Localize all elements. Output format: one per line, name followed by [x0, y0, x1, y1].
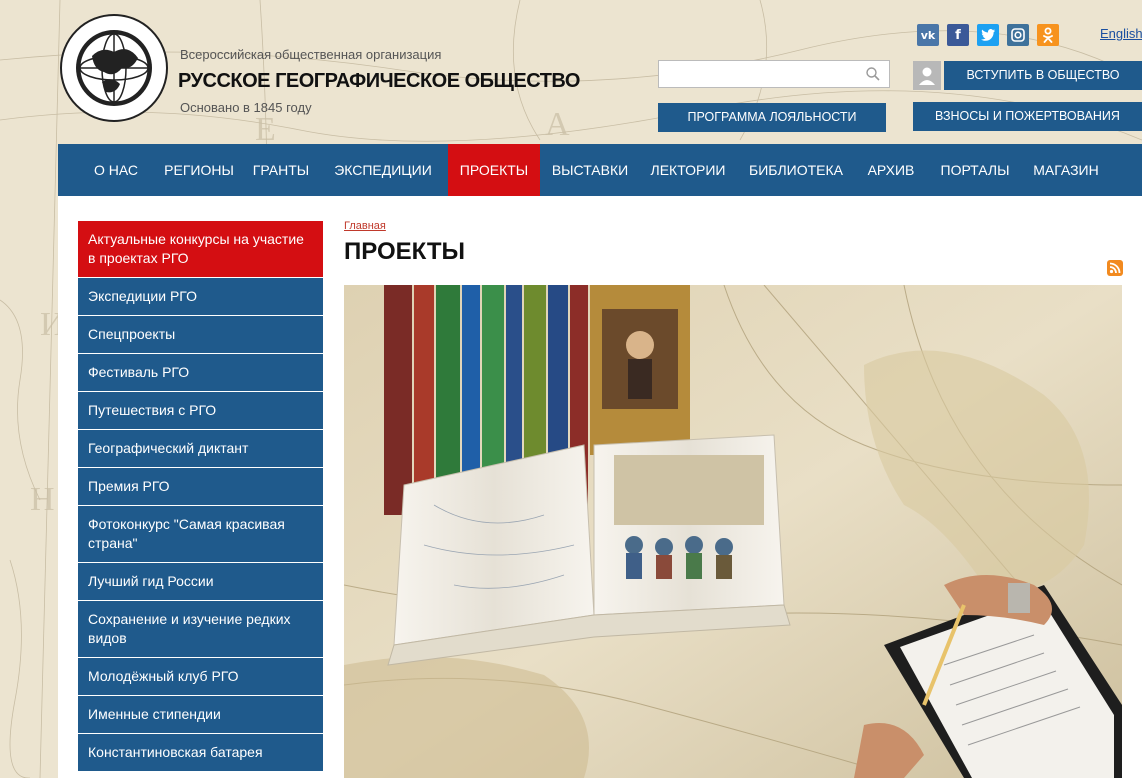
nav-item-portals[interactable]: ПОРТАЛЫ: [934, 144, 1016, 196]
search-input[interactable]: [658, 60, 890, 88]
join-society-button[interactable]: ВСТУПИТЬ В ОБЩЕСТВО: [944, 61, 1142, 90]
nav-item-grants[interactable]: ГРАНТЫ: [248, 144, 314, 196]
donations-button[interactable]: ВЗНОСЫ И ПОЖЕРТВОВАНИЯ: [913, 102, 1142, 131]
instagram-icon[interactable]: [1007, 24, 1029, 46]
nav-item-archive[interactable]: АРХИВ: [862, 144, 920, 196]
org-founded: Основано в 1845 году: [180, 100, 312, 115]
nav-item-lectures[interactable]: ЛЕКТОРИИ: [642, 144, 734, 196]
vk-icon[interactable]: vk: [917, 24, 939, 46]
nav-item-exhibitions[interactable]: ВЫСТАВКИ: [544, 144, 636, 196]
facebook-icon[interactable]: f: [947, 24, 969, 46]
odnoklassniki-icon[interactable]: [1037, 24, 1059, 46]
page-title: ПРОЕКТЫ: [344, 238, 466, 265]
org-title[interactable]: РУССКОЕ ГЕОГРАФИЧЕСКОЕ ОБЩЕСТВО: [178, 70, 580, 93]
svg-text:Н: Н: [30, 481, 55, 518]
sidebar-item-best-guide[interactable]: Лучший гид России: [78, 563, 323, 601]
projects-hero-image: [344, 285, 1122, 778]
twitter-icon[interactable]: [977, 24, 999, 46]
english-language-link[interactable]: English: [1100, 26, 1142, 41]
rss-icon[interactable]: [1107, 260, 1123, 276]
sidebar-item-rare-species[interactable]: Сохранение и изучение редких видов: [78, 601, 323, 658]
sidebar-item-festival[interactable]: Фестиваль РГО: [78, 354, 323, 392]
nav-item-regions[interactable]: РЕГИОНЫ: [158, 144, 240, 196]
sidebar-item-current-contests[interactable]: Актуальные конкурсы на участие в проекта…: [78, 221, 323, 278]
projects-sidebar: Актуальные конкурсы на участие в проекта…: [78, 221, 323, 772]
user-icon[interactable]: [913, 61, 941, 90]
svg-text:А: А: [545, 106, 570, 143]
sidebar-item-konstantin-battery[interactable]: Константиновская батарея: [78, 734, 323, 772]
breadcrumb-home[interactable]: Главная: [344, 220, 386, 232]
sidebar-item-special-projects[interactable]: Спецпроекты: [78, 316, 323, 354]
nav-item-about[interactable]: О НАС: [82, 144, 150, 196]
sidebar-item-geo-dictation[interactable]: Географический диктант: [78, 430, 323, 468]
nav-item-shop[interactable]: МАГАЗИН: [1024, 144, 1108, 196]
nav-item-library[interactable]: БИБЛИОТЕКА: [744, 144, 848, 196]
sidebar-item-photo-contest[interactable]: Фотоконкурс "Самая красивая страна": [78, 506, 323, 563]
sidebar-item-expeditions[interactable]: Экспедиции РГО: [78, 278, 323, 316]
rgo-emblem-logo[interactable]: [58, 12, 170, 124]
svg-text:Е: Е: [255, 111, 276, 148]
social-links: vk f: [917, 24, 1059, 46]
sidebar-item-travel[interactable]: Путешествия с РГО: [78, 392, 323, 430]
sidebar-item-award[interactable]: Премия РГО: [78, 468, 323, 506]
sidebar-item-scholarships[interactable]: Именные стипендии: [78, 696, 323, 734]
search-icon[interactable]: [865, 66, 881, 82]
nav-item-expeditions[interactable]: ЭКСПЕДИЦИИ: [328, 144, 438, 196]
org-subtitle: Всероссийская общественная организация: [180, 47, 442, 62]
nav-item-projects[interactable]: ПРОЕКТЫ: [448, 144, 540, 196]
main-navigation: О НАС РЕГИОНЫ ГРАНТЫ ЭКСПЕДИЦИИ ПРОЕКТЫ …: [58, 144, 1142, 196]
loyalty-program-button[interactable]: ПРОГРАММА ЛОЯЛЬНОСТИ: [658, 103, 886, 132]
sidebar-item-youth-club[interactable]: Молодёжный клуб РГО: [78, 658, 323, 696]
